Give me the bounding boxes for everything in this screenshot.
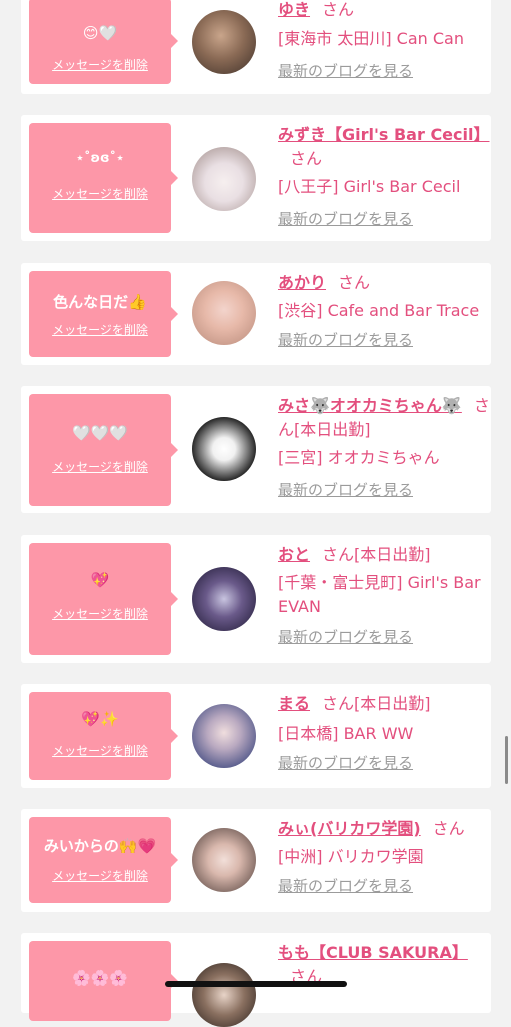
delete-message-link[interactable]: メッセージを削除 — [29, 321, 171, 338]
shop-name: [八王子] Girl's Bar Cecil — [278, 177, 461, 196]
message-bubble: 色んな日だ👍 メッセージを削除 — [29, 271, 178, 357]
girl-info: みぃ(バリカワ学園) さん [中洲] バリカワ学園 最新のブログを見る — [278, 817, 490, 897]
name-line: みずき【Girl's Bar Cecil】さん — [278, 123, 490, 171]
message-card: 🌸🌸🌸 もも【CLUB SAKURA】さん — [21, 933, 491, 1027]
honorific: さん[本日出勤] — [322, 545, 431, 564]
avatar[interactable] — [192, 567, 256, 631]
scrollbar[interactable] — [505, 736, 508, 784]
delete-message-link[interactable]: メッセージを削除 — [29, 867, 171, 884]
message-card: 😊🤍 メッセージを削除 ゆき さん [東海市 太田川] Can Can 最新のブロ… — [21, 0, 491, 94]
latest-blog-link[interactable]: 最新のブログを見る — [278, 626, 413, 648]
message-bubble: ⋆˚ʚɞ˚⋆ メッセージを削除 — [29, 123, 178, 233]
message-card: ⋆˚ʚɞ˚⋆ メッセージを削除 みずき【Girl's Bar Cecil】さん … — [21, 115, 491, 241]
honorific: さん[本日出勤] — [322, 694, 431, 713]
girl-name-link[interactable]: まる — [278, 694, 310, 713]
message-card: 💖✨ メッセージを削除 まる さん[本日出勤] [日本橋] BAR WW 最新のブ… — [21, 684, 491, 788]
girl-name-link[interactable]: あかり — [278, 273, 326, 292]
girl-info: あかり さん [渋谷] Cafe and Bar Trace 最新のブログを見る — [278, 271, 490, 351]
message-card: 色んな日だ👍 メッセージを削除 あかり さん [渋谷] Cafe and Bar … — [21, 263, 491, 365]
delete-message-link[interactable]: メッセージを削除 — [29, 185, 171, 202]
message-text: ⋆˚ʚɞ˚⋆ — [75, 151, 125, 166]
girl-info: まる さん[本日出勤] [日本橋] BAR WW 最新のブログを見る — [278, 692, 490, 774]
message-bubble: 🌸🌸🌸 — [29, 941, 178, 1021]
name-line: みぃ(バリカワ学園) さん — [278, 817, 490, 841]
girl-info: みさ🐺オオカミちゃん🐺 さん[本日出勤] [三宮] オオカミちゃん 最新のブログを… — [278, 394, 490, 501]
latest-blog-link[interactable]: 最新のブログを見る — [278, 60, 413, 82]
name-line: ゆき さん — [278, 0, 490, 22]
message-bubble: 💖 メッセージを削除 — [29, 543, 178, 655]
girl-name-link[interactable]: みずき【Girl's Bar Cecil】 — [278, 125, 490, 144]
message-text: みいからの🙌💗 — [43, 837, 157, 855]
avatar[interactable] — [192, 417, 256, 481]
message-card: 💖 メッセージを削除 おと さん[本日出勤] [千葉・富士見町] Girl's B… — [21, 535, 491, 663]
honorific: さん — [322, 0, 355, 19]
latest-blog-link[interactable]: 最新のブログを見る — [278, 752, 413, 774]
avatar[interactable] — [192, 704, 256, 768]
shop-name: [三宮] オオカミちゃん — [278, 448, 440, 467]
girl-name-link[interactable]: みぃ(バリカワ学園) — [278, 819, 421, 838]
delete-message-link[interactable]: メッセージを削除 — [29, 458, 171, 475]
message-bubble: みいからの🙌💗 メッセージを削除 — [29, 817, 178, 903]
girl-info: ゆき さん [東海市 太田川] Can Can 最新のブログを見る — [278, 0, 490, 82]
girl-info: おと さん[本日出勤] [千葉・富士見町] Girl's Bar EVAN 最新の… — [278, 543, 490, 648]
girl-name-link[interactable]: おと — [278, 545, 310, 564]
girl-info: みずき【Girl's Bar Cecil】さん [八王子] Girl's Bar… — [278, 123, 490, 230]
avatar[interactable] — [192, 963, 256, 1027]
honorific: さん — [338, 273, 371, 292]
message-bubble: 😊🤍 メッセージを削除 — [29, 0, 178, 84]
message-text: 🌸🌸🌸 — [71, 969, 129, 987]
latest-blog-link[interactable]: 最新のブログを見る — [278, 875, 413, 897]
name-line: あかり さん — [278, 271, 490, 295]
avatar[interactable] — [192, 10, 256, 74]
message-card: 🤍🤍🤍 メッセージを削除 みさ🐺オオカミちゃん🐺 さん[本日出勤] [三宮] オオ… — [21, 386, 491, 513]
avatar[interactable] — [192, 828, 256, 892]
latest-blog-link[interactable]: 最新のブログを見る — [278, 208, 413, 230]
message-text: 💖✨ — [81, 710, 119, 728]
name-line: みさ🐺オオカミちゃん🐺 さん[本日出勤] — [278, 394, 490, 442]
shop-name: [渋谷] Cafe and Bar Trace — [278, 301, 480, 320]
delete-message-link[interactable]: メッセージを削除 — [29, 742, 171, 759]
latest-blog-link[interactable]: 最新のブログを見る — [278, 329, 413, 351]
home-indicator[interactable] — [165, 981, 347, 987]
latest-blog-link[interactable]: 最新のブログを見る — [278, 479, 413, 501]
girl-name-link[interactable]: ゆき — [278, 0, 310, 19]
message-text: 💖 — [90, 571, 110, 589]
girl-name-link[interactable]: みさ🐺オオカミちゃん🐺 — [278, 396, 462, 415]
avatar[interactable] — [192, 281, 256, 345]
name-line: まる さん[本日出勤] — [278, 692, 490, 716]
message-text: 😊🤍 — [82, 24, 118, 42]
shop-name: [日本橋] BAR WW — [278, 724, 414, 743]
delete-message-link[interactable]: メッセージを削除 — [29, 605, 171, 622]
honorific: さん — [290, 149, 323, 168]
shop-name: [中洲] バリカワ学園 — [278, 847, 424, 866]
message-text: 🤍🤍🤍 — [71, 424, 129, 442]
message-bubble: 🤍🤍🤍 メッセージを削除 — [29, 394, 178, 506]
name-line: おと さん[本日出勤] — [278, 543, 490, 567]
message-bubble: 💖✨ メッセージを削除 — [29, 692, 178, 780]
honorific: さん — [432, 819, 465, 838]
shop-name: [東海市 太田川] Can Can — [278, 29, 464, 48]
avatar[interactable] — [192, 147, 256, 211]
message-text: 色んな日だ👍 — [53, 293, 147, 311]
shop-name: [千葉・富士見町] Girl's Bar EVAN — [278, 573, 481, 616]
delete-message-link[interactable]: メッセージを削除 — [29, 56, 171, 73]
girl-name-link[interactable]: もも【CLUB SAKURA】 — [278, 943, 468, 962]
message-card: みいからの🙌💗 メッセージを削除 みぃ(バリカワ学園) さん [中洲] バリカワ学… — [21, 809, 491, 912]
